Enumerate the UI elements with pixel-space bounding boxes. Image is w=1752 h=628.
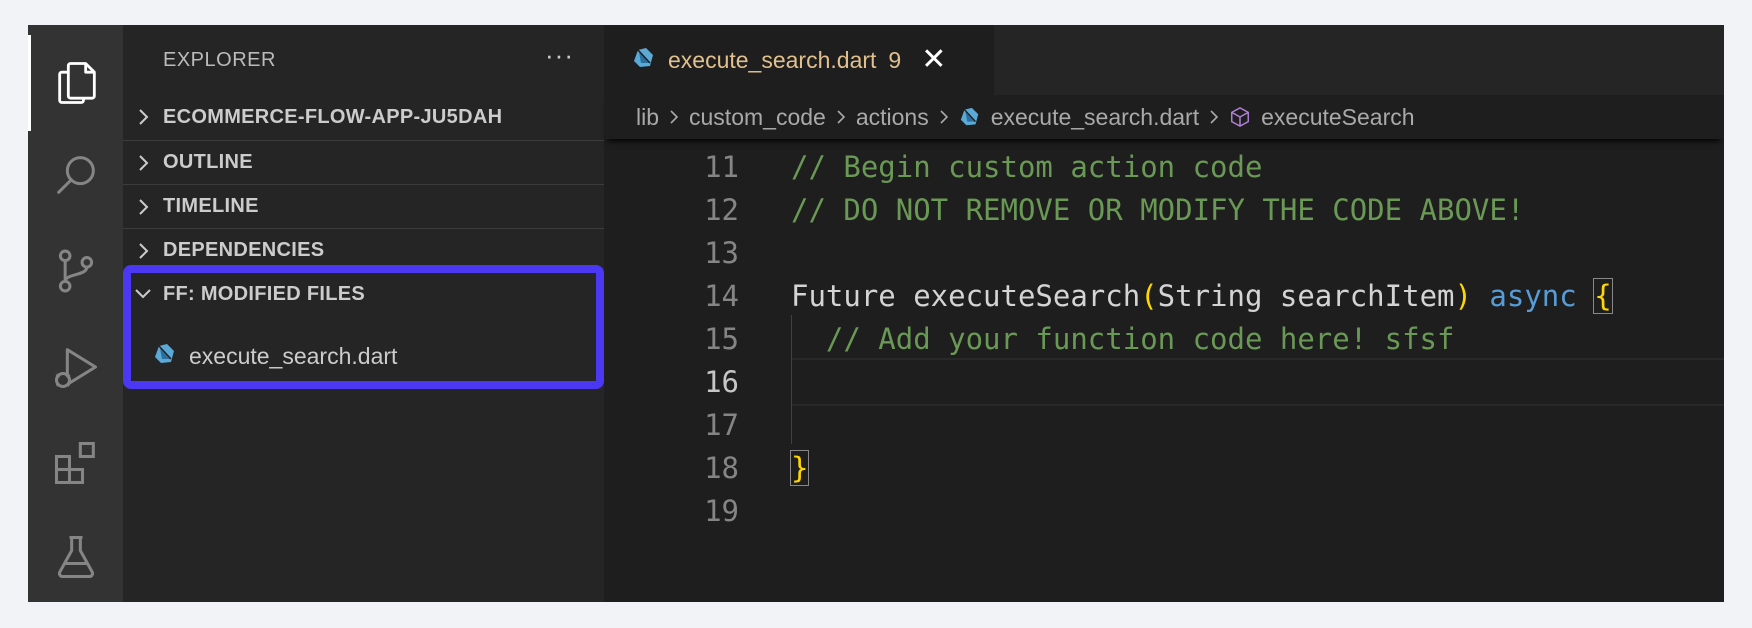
code-text: // Add your function code here! sfsf bbox=[791, 322, 1455, 356]
breadcrumb-item-lib[interactable]: lib bbox=[636, 104, 659, 131]
chevron-right-icon bbox=[123, 153, 163, 173]
section-workspace[interactable]: ECOMMERCE-FLOW-APP-JU5DAH bbox=[123, 95, 604, 139]
code-line[interactable]: 18} bbox=[604, 444, 1724, 492]
code-token: async bbox=[1489, 279, 1577, 313]
tab-label: execute_search.dart bbox=[668, 46, 877, 73]
code-token: String searchItem bbox=[1157, 279, 1455, 313]
highlight-box bbox=[123, 265, 604, 389]
code-token: Future executeSearch bbox=[791, 279, 1141, 313]
code-line[interactable]: 14 Future executeSearch(String searchItem… bbox=[604, 272, 1724, 320]
activity-bar bbox=[28, 25, 123, 602]
breadcrumb-item-file[interactable]: execute_search.dart bbox=[959, 104, 1199, 131]
method-cube-icon bbox=[1231, 107, 1250, 127]
section-outline[interactable]: OUTLINE bbox=[123, 140, 604, 184]
code-token: ) bbox=[1454, 279, 1472, 313]
code-line[interactable]: 19 bbox=[604, 487, 1724, 535]
breadcrumb-file-label: execute_search.dart bbox=[990, 103, 1200, 130]
line-number: 16 bbox=[704, 365, 739, 399]
problems-count-badge: 9 bbox=[888, 46, 902, 73]
code-line[interactable]: 11 // Begin custom action code bbox=[604, 143, 1724, 191]
chevron-right-icon bbox=[939, 108, 949, 126]
section-label: TIMELINE bbox=[163, 195, 259, 217]
explorer-header: EXPLORER ··· bbox=[123, 25, 604, 95]
chevron-right-icon bbox=[123, 197, 163, 217]
code-text: Future executeSearch(String searchItem) … bbox=[791, 278, 1613, 314]
code-line[interactable]: 15 // Add your function code here! sfsf bbox=[604, 315, 1724, 363]
explorer-title: EXPLORER bbox=[163, 48, 276, 71]
tab-bar: execute_search.dart 9 ✕ bbox=[604, 25, 1724, 95]
code-line[interactable]: 13 bbox=[604, 229, 1724, 277]
source-control-icon[interactable] bbox=[28, 223, 123, 319]
line-number: 13 bbox=[704, 236, 739, 270]
breadcrumb-symbol-label: executeSearch bbox=[1261, 103, 1415, 130]
code-token: { bbox=[1593, 278, 1613, 314]
code-token: ( bbox=[1140, 279, 1158, 313]
run-debug-icon[interactable] bbox=[28, 319, 123, 415]
code-token: // Add your function code here! sfsf bbox=[791, 322, 1455, 356]
line-number: 12 bbox=[704, 193, 739, 227]
breadcrumb-item-symbol[interactable]: executeSearch bbox=[1229, 103, 1415, 131]
section-label: DEPENDENCIES bbox=[163, 239, 325, 261]
line-number: 14 bbox=[704, 279, 739, 313]
dart-file-icon bbox=[960, 107, 978, 126]
line-number: 15 bbox=[704, 322, 739, 356]
explorer-files-icon[interactable] bbox=[28, 35, 123, 131]
extensions-icon[interactable] bbox=[28, 415, 123, 511]
breadcrumb-item-actions[interactable]: actions bbox=[856, 104, 929, 131]
editor-area: execute_search.dart 9 ✕ lib custom_code … bbox=[604, 25, 1724, 602]
testing-flask-icon[interactable] bbox=[28, 509, 123, 602]
code-token: } bbox=[789, 450, 810, 486]
chevron-right-icon bbox=[123, 241, 163, 261]
code-line[interactable]: 16 bbox=[604, 358, 1724, 406]
code-text: // DO NOT REMOVE OR MODIFY THE CODE ABOV… bbox=[791, 193, 1524, 227]
chevron-right-icon bbox=[123, 107, 163, 127]
vscode-window: EXPLORER ··· ECOMMERCE-FLOW-APP-JU5DAH O… bbox=[28, 25, 1724, 602]
indent-guide bbox=[791, 315, 792, 444]
current-line-highlight bbox=[791, 358, 1724, 406]
chevron-right-icon bbox=[836, 108, 846, 126]
search-icon[interactable] bbox=[28, 127, 123, 223]
chevron-right-icon bbox=[1209, 108, 1219, 126]
line-number: 19 bbox=[704, 494, 739, 528]
tab-execute-search[interactable]: execute_search.dart 9 ✕ bbox=[604, 25, 994, 95]
code-text: // Begin custom action code bbox=[791, 150, 1262, 184]
more-actions-icon[interactable]: ··· bbox=[545, 42, 574, 68]
section-label: ECOMMERCE-FLOW-APP-JU5DAH bbox=[163, 105, 503, 128]
section-label: OUTLINE bbox=[163, 151, 253, 173]
line-number: 17 bbox=[704, 408, 739, 442]
breadcrumb-item-custom-code[interactable]: custom_code bbox=[689, 104, 826, 131]
code-text: } bbox=[789, 450, 810, 486]
line-number: 18 bbox=[704, 451, 739, 485]
chevron-right-icon bbox=[669, 108, 679, 126]
code-line[interactable]: 12 // DO NOT REMOVE OR MODIFY THE CODE AB… bbox=[604, 186, 1724, 234]
code-token: // Begin custom action code bbox=[791, 150, 1263, 184]
line-number: 11 bbox=[704, 150, 739, 184]
breadcrumb: lib custom_code actions execute_search.d… bbox=[604, 95, 1724, 139]
code-token: // DO NOT REMOVE OR MODIFY THE CODE ABOV… bbox=[791, 193, 1525, 227]
section-timeline[interactable]: TIMELINE bbox=[123, 184, 604, 228]
close-icon[interactable]: ✕ bbox=[921, 45, 946, 75]
explorer-sidebar: EXPLORER ··· ECOMMERCE-FLOW-APP-JU5DAH O… bbox=[123, 25, 604, 602]
dart-file-icon bbox=[632, 46, 656, 75]
code-line[interactable]: 17 bbox=[604, 401, 1724, 449]
